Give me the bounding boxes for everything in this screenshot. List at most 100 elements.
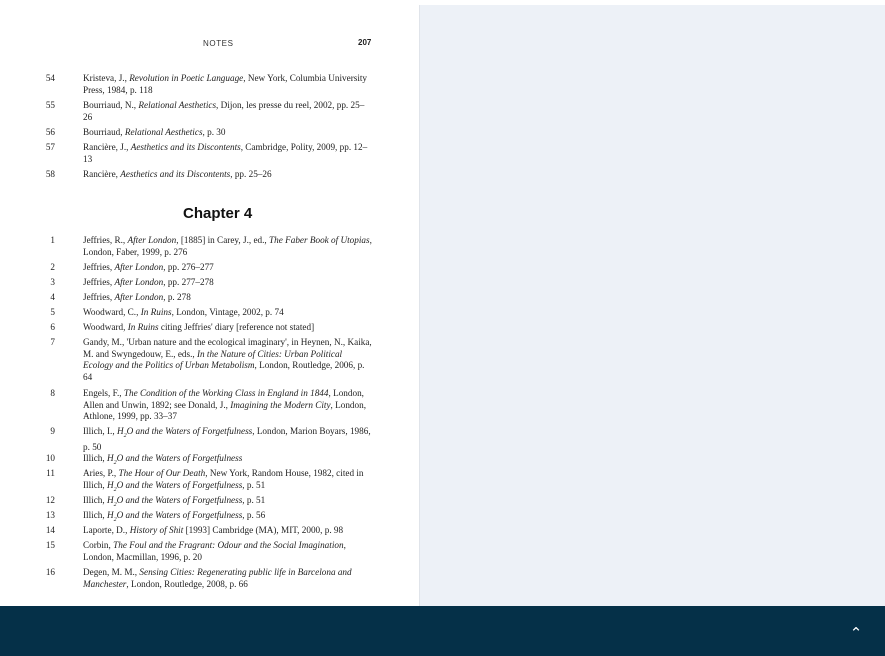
note-segment: citing Jeffries' diary [reference not st… xyxy=(158,322,315,332)
note-title-italic: O and the Waters of Forgetfulness xyxy=(116,495,243,505)
note-title-italic: The Faber Book of Utopias xyxy=(269,235,370,245)
note-text: Degen, M. M., Sensing Cities: Regenerati… xyxy=(83,567,373,590)
note-segment: Degen, M. M., xyxy=(83,567,140,577)
note-number: 1 xyxy=(50,235,55,245)
note-number: 54 xyxy=(45,73,55,83)
note-segment: , pp. 25–26 xyxy=(230,169,272,179)
note-number: 4 xyxy=(50,292,55,302)
note-number: 56 xyxy=(45,127,55,137)
note-title-italic: H xyxy=(106,479,114,490)
note-number: 7 xyxy=(50,337,55,347)
note-segment: , pp. 276–277 xyxy=(163,262,214,272)
note-segment: Kristeva, J., xyxy=(83,73,130,83)
note-text: Woodward, In Ruins citing Jeffries' diar… xyxy=(83,322,373,334)
note-text: Illich, H2O and the Waters of Forgetfuln… xyxy=(83,495,373,511)
note-title-italic: After London xyxy=(114,292,164,302)
note-segment: Aries, P., xyxy=(83,468,119,478)
chevron-up-icon[interactable]: ⌃ xyxy=(846,623,866,643)
note-text: Rancière, J., Aesthetics and its Discont… xyxy=(83,142,373,165)
note-number: 3 xyxy=(50,277,55,287)
note-number: 16 xyxy=(45,567,55,577)
note-text: Illich, H2O and the Waters of Forgetfuln… xyxy=(83,510,373,526)
note-text: Woodward, C., In Ruins, London, Vintage,… xyxy=(83,307,373,319)
note-segment: Laporte, D., xyxy=(83,525,130,535)
note-title-italic: In Ruins xyxy=(140,307,172,317)
note-segment: , p. 51 xyxy=(242,495,266,505)
note-segment: Rancière, xyxy=(83,169,121,179)
note-title-italic: Imagining the Modern City xyxy=(230,399,331,410)
note-number: 9 xyxy=(50,426,55,436)
note-segment: , pp. 277–278 xyxy=(163,277,214,287)
note-number: 10 xyxy=(45,453,55,463)
note-title-italic: Aesthetics and its Discontents xyxy=(120,169,231,179)
note-text: Illich, H2O and the Waters of Forgetfuln… xyxy=(83,453,373,469)
note-segment: Bourriaud, xyxy=(83,127,125,137)
note-segment: , p. 56 xyxy=(242,510,266,520)
note-title-italic: O and the Waters of Forgetfulness xyxy=(126,426,253,436)
note-segment: Woodward, xyxy=(83,322,128,332)
document-page: NOTES 207 54 Kristeva, J., Revolution in … xyxy=(0,5,420,606)
note-segment: Illich, xyxy=(83,453,107,463)
note-title-italic: The Hour of Our Death xyxy=(118,468,206,478)
note-number: 2 xyxy=(50,262,55,272)
note-segment: Rancière, J., xyxy=(83,142,131,152)
note-segment: Jeffries, xyxy=(83,277,115,287)
note-title-italic: H xyxy=(106,510,114,520)
note-segment: Illich, xyxy=(83,510,107,520)
note-text: Jeffries, After London, pp. 276–277 xyxy=(83,262,373,274)
note-title-italic: Relational Aesthetics xyxy=(138,100,217,110)
note-segment: [1993] Cambridge (MA), MIT, 2000, p. 98 xyxy=(183,525,344,535)
note-number: 12 xyxy=(45,495,55,505)
note-text: Bourriaud, Relational Aesthetics, p. 30 xyxy=(83,127,373,139)
note-text: Aries, P., The Hour of Our Death, New Yo… xyxy=(83,468,373,496)
note-text: Gandy, M., 'Urban nature and the ecologi… xyxy=(83,337,373,383)
note-title-italic: History of Shit xyxy=(129,525,184,535)
note-segment: Jeffries, xyxy=(83,292,115,302)
note-text: Laporte, D., History of Shit [1993] Camb… xyxy=(83,525,373,537)
note-number: 58 xyxy=(45,169,55,179)
footer-bar xyxy=(0,606,885,656)
note-title-italic: After London xyxy=(127,235,177,245)
note-number: 11 xyxy=(46,468,55,478)
note-segment: Corbin, xyxy=(83,540,114,550)
note-segment: Engels, F., xyxy=(83,388,124,398)
note-segment: Illich, xyxy=(83,495,107,505)
note-title-italic: O and the Waters of Forgetfulness xyxy=(116,479,243,490)
note-number: 57 xyxy=(45,142,55,152)
note-title-italic: Aesthetics and its Discontents xyxy=(130,142,241,152)
note-number: 15 xyxy=(45,540,55,550)
note-text: Jeffries, After London, p. 278 xyxy=(83,292,373,304)
note-title-italic: H xyxy=(106,495,114,505)
note-text: Rancière, Aesthetics and its Discontents… xyxy=(83,169,373,181)
note-text: Bourriaud, N., Relational Aesthetics, Di… xyxy=(83,100,373,123)
note-segment: , London, Routledge, 2008, p. 66 xyxy=(126,578,248,589)
note-title-italic: The Foul and the Fragrant: Odour and the… xyxy=(113,540,344,550)
note-title-italic: The Condition of the Working Class in En… xyxy=(123,388,329,398)
note-text: Corbin, The Foul and the Fragrant: Odour… xyxy=(83,540,373,563)
note-number: 14 xyxy=(45,525,55,535)
note-title-italic: Revolution in Poetic Language xyxy=(129,73,244,83)
running-head: NOTES xyxy=(203,39,234,48)
note-title-italic: H xyxy=(106,453,114,463)
note-text: Illich, I., H2O and the Waters of Forget… xyxy=(83,426,373,454)
page-number: 207 xyxy=(358,38,372,47)
note-text: Jeffries, After London, pp. 277–278 xyxy=(83,277,373,289)
note-text: Engels, F., The Condition of the Working… xyxy=(83,388,373,423)
note-segment: Illich, I., xyxy=(83,426,117,436)
note-number: 13 xyxy=(45,510,55,520)
note-title-italic: Relational Aesthetics xyxy=(124,127,203,137)
note-title-italic: After London xyxy=(114,277,164,287)
note-number: 6 xyxy=(50,322,55,332)
note-number: 5 xyxy=(50,307,55,317)
note-segment: , p. 278 xyxy=(163,292,191,302)
note-text: Kristeva, J., Revolution in Poetic Langu… xyxy=(83,73,373,96)
note-segment: , p. 51 xyxy=(242,479,266,490)
note-text: Jeffries, R., After London, [1885] in Ca… xyxy=(83,235,373,258)
note-segment: Jeffries, R., xyxy=(83,235,128,245)
note-segment: , London, Vintage, 2002, p. 74 xyxy=(171,307,284,317)
chapter-title: Chapter 4 xyxy=(183,205,253,222)
note-segment: , p. 30 xyxy=(202,127,226,137)
note-title-italic: H xyxy=(116,426,124,436)
note-title-italic: In Ruins xyxy=(127,322,159,332)
note-title-italic: After London xyxy=(114,262,164,272)
